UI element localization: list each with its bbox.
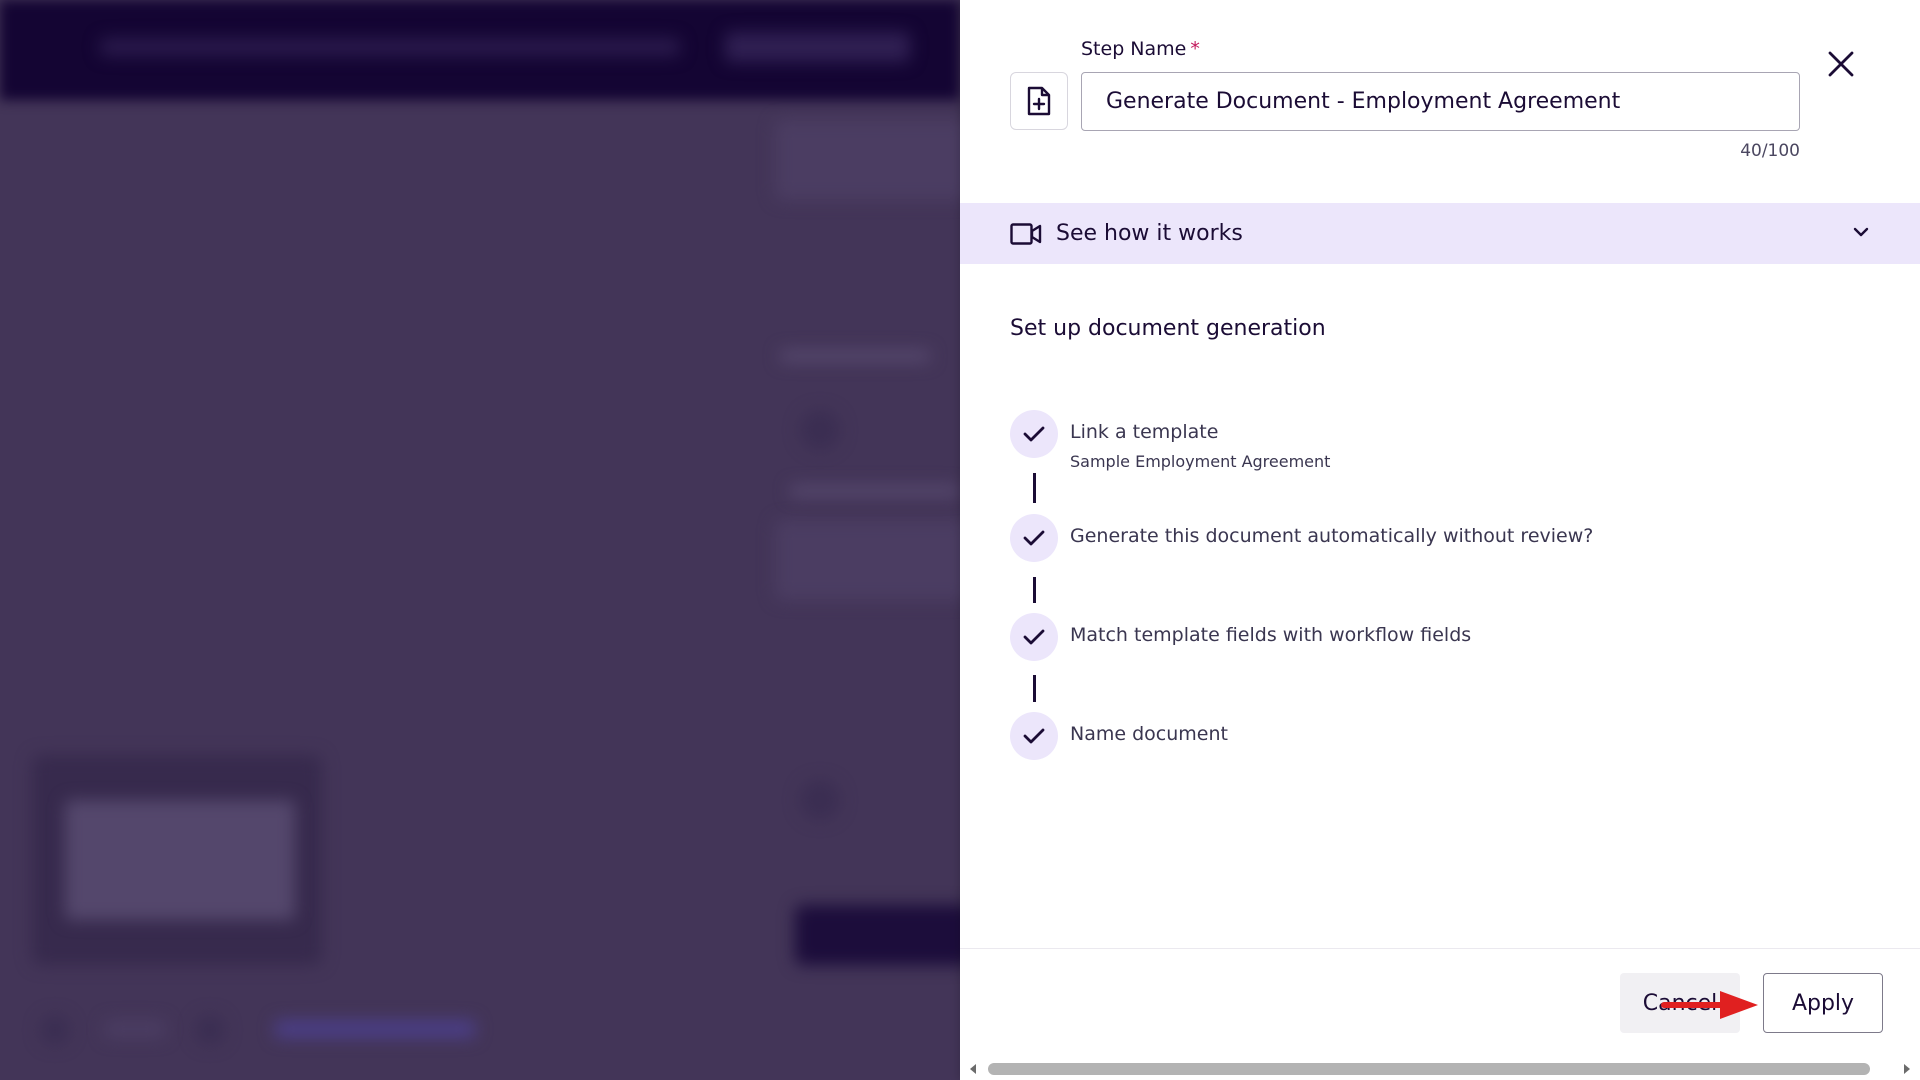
step-complete-badge [1010, 712, 1058, 760]
step-title: Match template fields with workflow fiel… [1070, 624, 1472, 646]
see-how-it-works-toggle[interactable]: See how it works [960, 203, 1920, 264]
section-title: Set up document generation [1010, 316, 1326, 341]
step-config-drawer: Step Name* 40/100 See how it works Set u… [960, 0, 1920, 1080]
step-complete-badge [1010, 514, 1058, 562]
check-icon [1023, 728, 1045, 744]
step-connector [1033, 473, 1036, 503]
check-icon [1023, 629, 1045, 645]
step-title: Link a template [1070, 421, 1219, 443]
required-marker: * [1190, 38, 1200, 60]
horizontal-scrollbar[interactable] [960, 1058, 1920, 1080]
scrollbar-thumb[interactable] [988, 1063, 1870, 1075]
background-app-overlay [0, 0, 960, 1080]
character-count: 40/100 [1740, 141, 1800, 161]
background-blur-shape [100, 38, 680, 56]
background-blur-shape [195, 1015, 225, 1045]
step-name-label: Step Name * [1081, 38, 1200, 60]
chevron-down-icon [1852, 223, 1870, 241]
step-connector [1033, 577, 1036, 603]
close-button[interactable] [1823, 46, 1859, 82]
step-complete-badge [1010, 613, 1058, 661]
background-blur-shape [275, 1020, 475, 1038]
red-arrow-annotation [1661, 991, 1758, 1019]
footer-divider [960, 948, 1920, 949]
background-blur-shape [725, 32, 910, 62]
step-name-label-text: Step Name [1081, 38, 1187, 60]
background-blur-shape [40, 1015, 70, 1045]
step-connector [1033, 675, 1036, 702]
background-blur-shape [795, 905, 960, 965]
check-icon [1023, 426, 1045, 442]
step-name-input[interactable] [1081, 72, 1800, 131]
step-title: Name document [1070, 723, 1228, 745]
background-blur-shape [790, 485, 960, 497]
see-how-it-works-label: See how it works [1056, 221, 1243, 246]
check-icon [1023, 530, 1045, 546]
apply-button[interactable]: Apply [1763, 973, 1883, 1033]
step-type-icon-box [1010, 72, 1068, 130]
scroll-left-arrow-icon[interactable] [968, 1063, 978, 1075]
step-title: Generate this document automatically wit… [1070, 525, 1594, 547]
background-blur-shape [780, 350, 930, 362]
background-blur-shape [775, 520, 960, 600]
video-camera-icon [1010, 222, 1042, 245]
background-blur-shape [800, 410, 840, 450]
step-complete-badge [1010, 410, 1058, 458]
background-blur-shape [105, 1020, 165, 1038]
file-plus-icon [1027, 86, 1051, 116]
background-blur-shape [65, 800, 295, 920]
scroll-right-arrow-icon[interactable] [1902, 1063, 1912, 1075]
step-subtitle: Sample Employment Agreement [1070, 452, 1331, 471]
background-blur-shape [800, 780, 840, 820]
close-icon [1828, 51, 1854, 77]
background-blur-shape [775, 120, 960, 200]
